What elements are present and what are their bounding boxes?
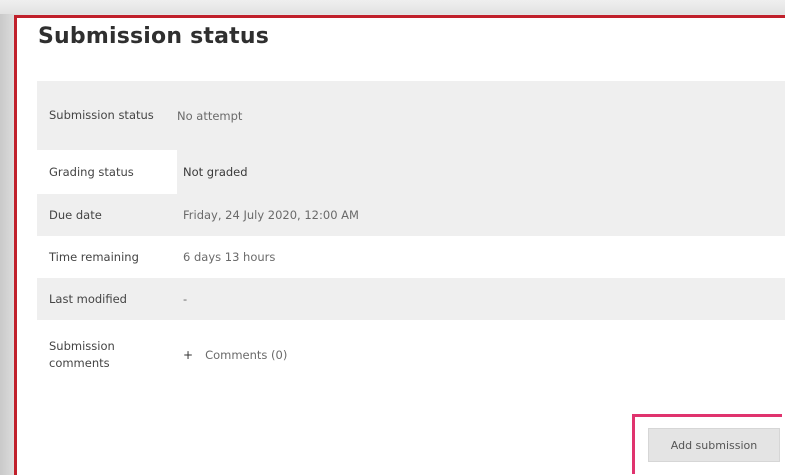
submission-status-table: Submission status No attempt Grading sta…	[37, 81, 785, 390]
row-label: Last modified	[49, 291, 127, 306]
table-row-due-date: Due date Friday, 24 July 2020, 12:00 AM	[37, 194, 785, 236]
row-label: Grading status	[37, 150, 177, 194]
row-label: Time remaining	[49, 249, 139, 264]
background-top	[0, 0, 785, 14]
plus-icon: +	[183, 348, 194, 362]
table-row-grading-status: Grading status Not graded	[37, 150, 785, 194]
table-row-submission-status: Submission status No attempt	[37, 81, 785, 150]
comments-toggle[interactable]: + Comments (0)	[177, 348, 287, 362]
table-row-submission-comments: Submission comments + Comments (0)	[37, 320, 785, 390]
row-value: -	[183, 292, 188, 306]
row-label: Submission status	[49, 108, 154, 122]
row-value: Not graded	[183, 165, 248, 179]
row-value: Friday, 24 July 2020, 12:00 AM	[183, 208, 359, 222]
page-title: Submission status	[38, 24, 270, 49]
comments-link[interactable]: Comments (0)	[205, 348, 287, 362]
table-row-last-modified: Last modified -	[37, 278, 785, 320]
row-value: No attempt	[177, 108, 243, 123]
add-submission-button[interactable]: Add submission	[648, 428, 780, 462]
table-row-time-remaining: Time remaining 6 days 13 hours	[37, 236, 785, 278]
row-value: 6 days 13 hours	[183, 250, 276, 264]
submission-status-panel: Submission status Submission status No a…	[14, 15, 785, 475]
row-label: Submission comments	[49, 339, 115, 370]
row-label: Due date	[49, 207, 102, 222]
